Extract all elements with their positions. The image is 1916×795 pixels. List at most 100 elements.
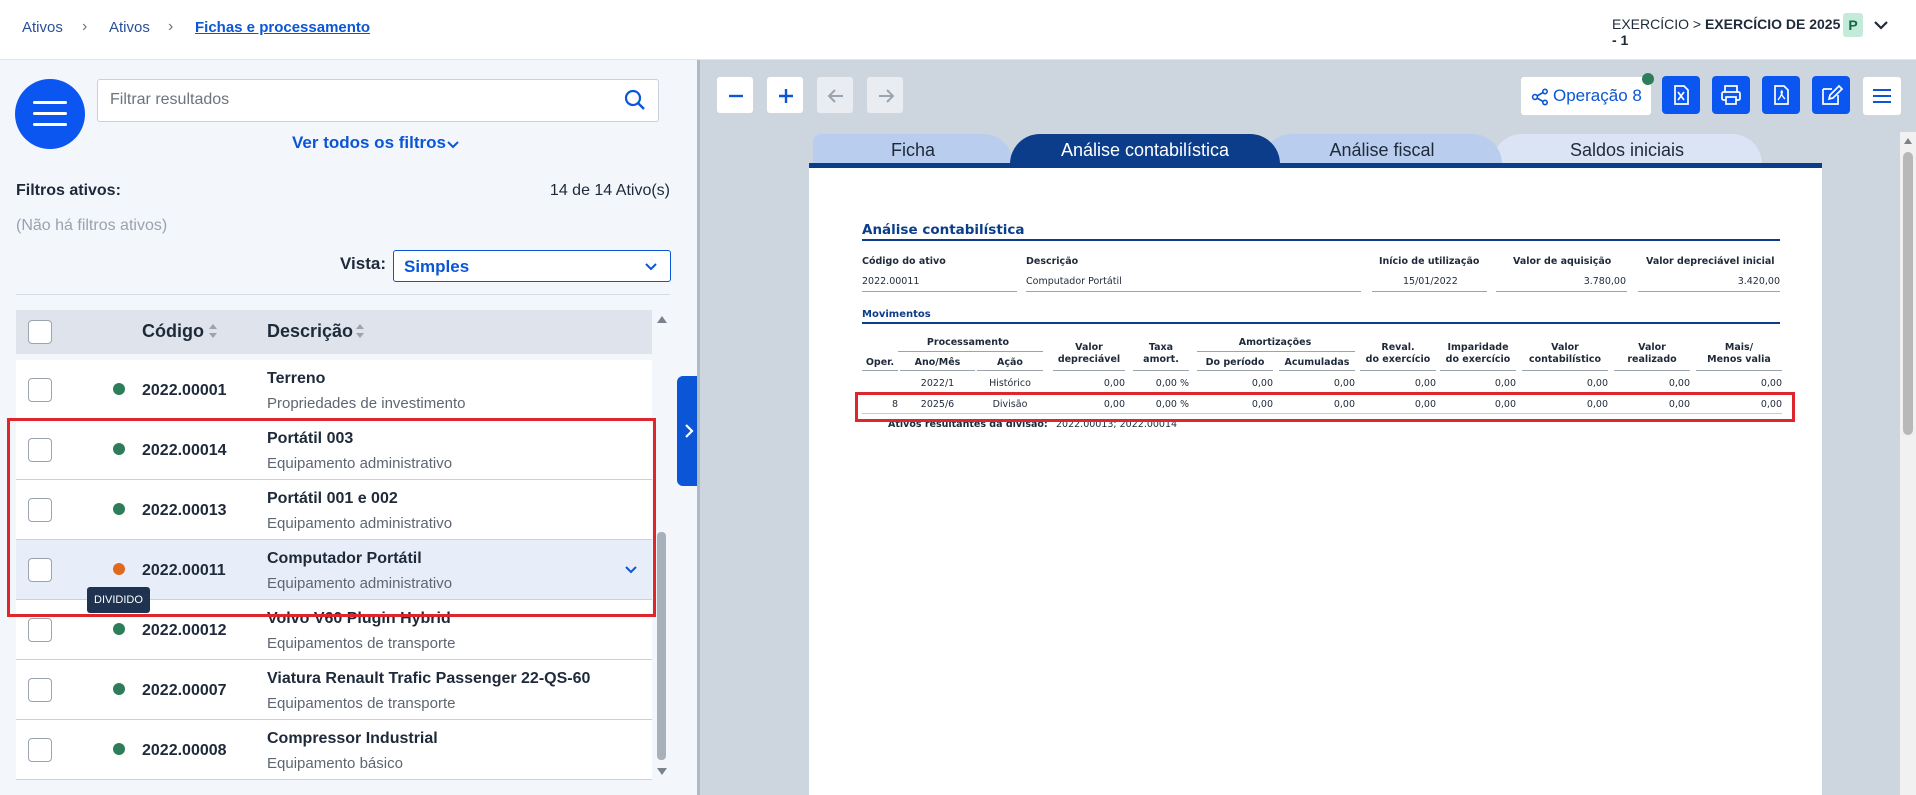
menu-button[interactable] bbox=[15, 79, 85, 149]
cell-do-periodo: 0,00 bbox=[1251, 378, 1273, 389]
select-all-checkbox[interactable] bbox=[28, 320, 52, 344]
asset-name: Viatura Renault Trafic Passenger 22-QS-6… bbox=[267, 670, 591, 687]
column-header-code[interactable]: Código bbox=[142, 321, 204, 342]
minus-icon bbox=[729, 94, 743, 98]
exercise-selector[interactable]: EXERCÍCIO > EXERCÍCIO DE 2025 - 1 bbox=[1612, 16, 1842, 48]
group-rule bbox=[1197, 351, 1355, 352]
cell-ano-mes: 2022/1 bbox=[920, 378, 955, 389]
search-icon[interactable] bbox=[623, 88, 647, 112]
value-start-date: 15/01/2022 bbox=[1403, 276, 1458, 287]
col-valor-depreciavel-1: Valor bbox=[1075, 342, 1103, 353]
zoom-in-button[interactable] bbox=[766, 76, 804, 114]
status-tooltip: DIVIDIDO bbox=[87, 587, 150, 613]
pdf-icon bbox=[1774, 85, 1789, 105]
breadcrumb-separator-icon: › bbox=[82, 18, 88, 35]
scroll-down-icon[interactable] bbox=[656, 767, 668, 777]
all-filters-link[interactable]: Ver todos os filtros bbox=[292, 133, 446, 153]
view-select-value: Simples bbox=[404, 257, 470, 276]
group-rule bbox=[898, 351, 1043, 352]
highlight-box bbox=[855, 392, 1795, 422]
col-mais-menos-valia-1: Mais/ bbox=[1724, 342, 1754, 353]
view-select[interactable]: Simples bbox=[393, 250, 671, 282]
status-dot bbox=[113, 623, 125, 635]
row-checkbox[interactable] bbox=[28, 618, 52, 642]
col-do-periodo: Do período bbox=[1205, 357, 1265, 368]
chevron-down-icon[interactable] bbox=[446, 137, 460, 151]
active-filters-label: Filtros ativos: bbox=[16, 182, 121, 199]
scroll-up-icon[interactable] bbox=[656, 314, 668, 324]
value-initial-depreciable: 3.420,00 bbox=[1737, 276, 1780, 287]
asset-category: Equipamento básico bbox=[267, 755, 403, 772]
label-initial-depreciable: Valor depreciável inicial bbox=[1646, 256, 1775, 267]
cell-taxa: 0,00 % bbox=[1155, 378, 1189, 389]
search-field[interactable] bbox=[97, 79, 659, 122]
tab-ficha[interactable]: Ficha bbox=[813, 134, 1013, 166]
cell-acao: Histórico bbox=[989, 378, 1031, 389]
previous-button[interactable] bbox=[816, 76, 854, 114]
zoom-out-button[interactable] bbox=[716, 76, 754, 114]
asset-code: 2022.00007 bbox=[142, 682, 227, 699]
export-excel-button[interactable] bbox=[1662, 76, 1700, 114]
col-acumuladas: Acumuladas bbox=[1284, 357, 1350, 368]
underline bbox=[1372, 291, 1487, 292]
sort-icon[interactable] bbox=[354, 322, 366, 340]
search-input[interactable] bbox=[110, 91, 610, 109]
breadcrumb-item-ativos-2[interactable]: Ativos bbox=[109, 19, 150, 36]
row-checkbox[interactable] bbox=[28, 738, 52, 762]
cell-valor-contabilistico: 0,00 bbox=[1586, 378, 1608, 389]
print-button[interactable] bbox=[1712, 76, 1750, 114]
tab-analise-fiscal[interactable]: Análise fiscal bbox=[1262, 134, 1502, 166]
underline bbox=[1026, 291, 1361, 292]
col-imparidade-2: do exercício bbox=[1445, 354, 1511, 365]
chevron-right-icon bbox=[685, 424, 694, 438]
asset-category: Propriedades de investimento bbox=[267, 395, 466, 412]
sort-icon[interactable] bbox=[207, 322, 219, 340]
edit-button[interactable] bbox=[1812, 76, 1850, 114]
col-mais-menos-valia-2: Menos valia bbox=[1707, 354, 1771, 365]
asset-code: 2022.00012 bbox=[142, 622, 227, 639]
table-row[interactable]: 2022.00008 Compressor Industrial Equipam… bbox=[16, 720, 652, 780]
printer-icon bbox=[1721, 85, 1741, 105]
col-taxa-2: amort. bbox=[1143, 354, 1179, 365]
tab-saldos-iniciais[interactable]: Saldos iniciais bbox=[1492, 134, 1762, 166]
table-row[interactable]: 2022.00001 Terreno Propriedades de inves… bbox=[16, 360, 652, 420]
left-scrollbar-thumb[interactable] bbox=[657, 532, 666, 760]
row-checkbox[interactable] bbox=[28, 378, 52, 402]
report-scrollbar-thumb[interactable] bbox=[1903, 152, 1913, 435]
col-taxa-1: Taxa bbox=[1148, 342, 1174, 353]
tab-analise-contabilistica[interactable]: Análise contabilística bbox=[1010, 134, 1280, 166]
col-valor-contabilistico-1: Valor bbox=[1551, 342, 1579, 353]
divider bbox=[16, 294, 670, 295]
more-menu-button[interactable] bbox=[1862, 76, 1902, 116]
operation-button[interactable]: Operação 8 bbox=[1520, 76, 1652, 116]
breadcrumb-current[interactable]: Fichas e processamento bbox=[195, 19, 370, 36]
value-asset-code: 2022.00011 bbox=[862, 276, 920, 287]
cell-imparidade: 0,00 bbox=[1494, 378, 1516, 389]
col-imparidade-1: Imparidade bbox=[1447, 342, 1509, 353]
arrow-left-icon bbox=[827, 89, 843, 103]
menu-icon bbox=[33, 101, 67, 104]
cell-valor-realizado: 0,00 bbox=[1668, 378, 1690, 389]
notification-dot bbox=[1642, 73, 1654, 85]
group-amortizacoes: Amortizações bbox=[1238, 337, 1312, 348]
table-row[interactable]: 2022.00007 Viatura Renault Trafic Passen… bbox=[16, 660, 652, 720]
asset-name: Compressor Industrial bbox=[267, 730, 438, 747]
column-header-description[interactable]: Descrição bbox=[267, 321, 353, 342]
breadcrumb-item-ativos-1[interactable]: Ativos bbox=[22, 19, 63, 36]
export-pdf-button[interactable] bbox=[1762, 76, 1800, 114]
label-asset-code: Código do ativo bbox=[862, 256, 946, 267]
status-dot bbox=[113, 683, 125, 695]
next-button[interactable] bbox=[866, 76, 904, 114]
status-dot bbox=[113, 743, 125, 755]
scroll-up-icon[interactable] bbox=[1903, 136, 1913, 145]
col-reval-2: do exercício bbox=[1365, 354, 1431, 365]
row-checkbox[interactable] bbox=[28, 678, 52, 702]
asset-category: Equipamentos de transporte bbox=[267, 695, 456, 712]
value-description: Computador Portátil bbox=[1026, 276, 1122, 287]
underline bbox=[862, 291, 1017, 292]
underline bbox=[1496, 291, 1627, 292]
share-icon bbox=[1531, 88, 1549, 106]
chevron-down-icon[interactable] bbox=[1872, 16, 1890, 34]
chevron-down-icon bbox=[645, 263, 657, 271]
col-acao: Ação bbox=[997, 357, 1023, 368]
